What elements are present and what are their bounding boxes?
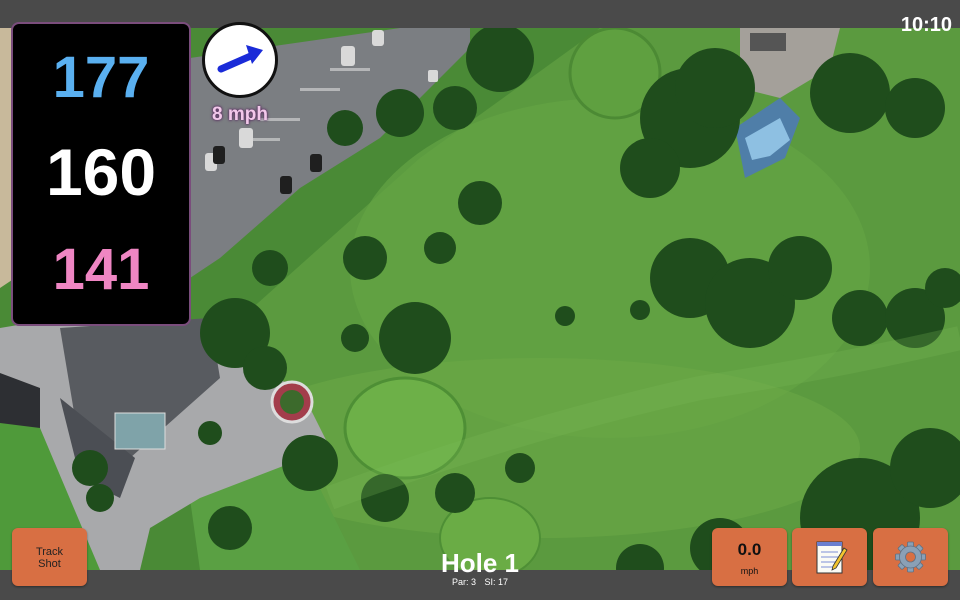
wind-indicator (202, 22, 278, 98)
track-shot-button[interactable]: Track Shot (12, 528, 87, 586)
speed-unit: mph (740, 566, 759, 576)
wind-speed: 8 mph (212, 104, 268, 125)
settings-button[interactable] (873, 528, 948, 586)
notepad-icon (816, 541, 848, 574)
arrow-up-right-icon (217, 45, 263, 73)
back-distance: 177 (52, 45, 150, 110)
notes-button[interactable] (792, 528, 867, 586)
hole-meta: Par: 3 SI: 17 (380, 577, 580, 587)
si-label: SI: 17 (484, 577, 509, 587)
front-distance: 141 (52, 237, 150, 302)
track-shot-label-line2: Shot (38, 558, 61, 570)
distance-panel: 177 160 141 (11, 22, 191, 326)
hole-title: Hole 1 (440, 548, 520, 578)
track-shot-label-line1: Track (35, 546, 64, 558)
clock: 10:10 (900, 14, 952, 36)
middle-distance: 160 (45, 135, 157, 209)
par-label: Par: 3 (451, 577, 476, 587)
speed-value: 0.0 (737, 540, 762, 559)
gear-icon (895, 541, 926, 573)
speed-button[interactable]: 0.0 mph (712, 528, 787, 586)
